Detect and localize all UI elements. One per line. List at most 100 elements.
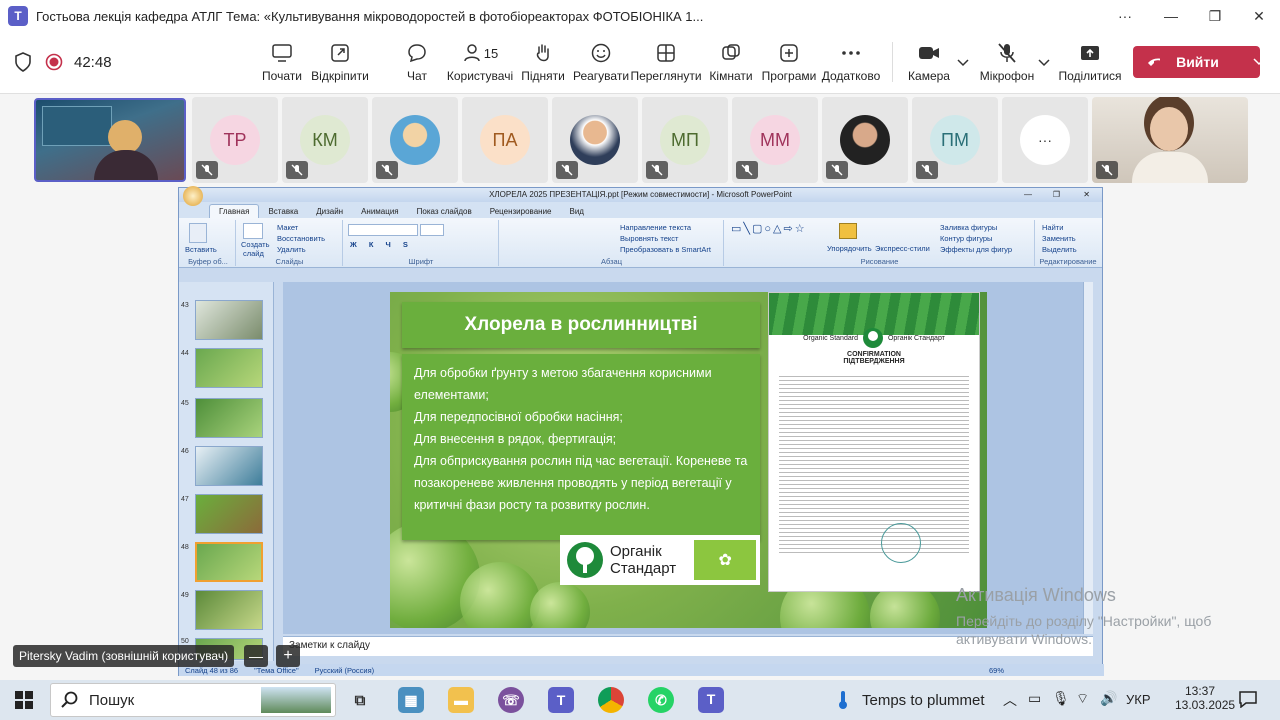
- arrange-button[interactable]: Упорядочить: [827, 244, 872, 253]
- people-button[interactable]: 15 Користувачі: [444, 40, 516, 83]
- self-video-tile[interactable]: [1092, 97, 1248, 183]
- slide-thumbnail[interactable]: [195, 494, 263, 534]
- zoom-out-button[interactable]: —: [244, 645, 268, 667]
- network-icon[interactable]: ⌔: [1076, 690, 1089, 708]
- share-icon: [1081, 46, 1099, 60]
- replace-button[interactable]: Заменить: [1042, 234, 1076, 243]
- camera-chevron-down-icon[interactable]: [957, 59, 969, 67]
- participant-tile[interactable]: МП: [642, 97, 728, 183]
- shape-fill-button[interactable]: Заливка фигуры: [940, 223, 997, 232]
- presenter-video-tile[interactable]: [34, 98, 186, 182]
- restore-button[interactable]: ❐: [1192, 0, 1238, 32]
- mic-off-icon: [556, 161, 578, 179]
- participant-tile[interactable]: [372, 97, 458, 183]
- share-button[interactable]: Поділитися: [1054, 40, 1126, 83]
- calculator-icon[interactable]: ▦: [398, 687, 424, 713]
- more-participants-tile[interactable]: ···: [1002, 97, 1088, 183]
- background-banner: [42, 106, 112, 146]
- participant-tile[interactable]: ММ: [732, 97, 818, 183]
- zoom-in-button[interactable]: +: [276, 645, 300, 667]
- font-size-select[interactable]: [420, 224, 444, 236]
- slide-thumbnail[interactable]: [195, 348, 263, 388]
- camera-button[interactable]: Камера: [893, 40, 965, 83]
- avatar: ПА: [480, 115, 530, 165]
- more-options-button[interactable]: ···: [1102, 0, 1148, 32]
- popout-button[interactable]: Відкріпити: [304, 40, 376, 83]
- clock-date: 13.03.2025: [1175, 698, 1236, 712]
- mic-chevron-down-icon[interactable]: [1038, 59, 1050, 67]
- microphone-tray-icon[interactable]: 🎙: [1052, 690, 1070, 707]
- teams-active-icon[interactable]: T: [698, 687, 724, 713]
- tab-design[interactable]: Дизайн: [307, 205, 352, 218]
- viber-icon[interactable]: ☏: [498, 687, 524, 713]
- react-button[interactable]: Реагувати: [565, 40, 637, 83]
- volume-icon[interactable]: 🔊: [1100, 690, 1117, 707]
- leave-chevron-down-icon[interactable]: [1253, 58, 1260, 66]
- leave-button[interactable]: Вийти: [1133, 46, 1260, 78]
- chrome-icon[interactable]: [598, 687, 624, 713]
- task-view-icon[interactable]: ⧉: [347, 687, 373, 713]
- reset-button[interactable]: Восстановить: [277, 234, 325, 243]
- leave-label: Вийти: [1176, 54, 1219, 70]
- weather-widget[interactable]: Temps to plummet: [862, 692, 985, 709]
- ppt-close-button[interactable]: ✕: [1083, 188, 1090, 202]
- font-family-select[interactable]: [348, 224, 418, 236]
- shape-effects-button[interactable]: Эффекты для фигур: [940, 245, 1012, 254]
- ppt-minimize-button[interactable]: —: [1024, 188, 1032, 202]
- office-button-icon[interactable]: [183, 186, 203, 206]
- clock[interactable]: 13:37 13.03.2025: [1175, 684, 1236, 712]
- slide-thumbnail[interactable]: [195, 300, 263, 340]
- view-button[interactable]: Переглянути: [630, 40, 702, 83]
- notifications-icon[interactable]: [1238, 690, 1258, 708]
- participant-tile[interactable]: ПМ: [912, 97, 998, 183]
- minimize-button[interactable]: —: [1148, 0, 1194, 32]
- teams-icon[interactable]: T: [548, 687, 574, 713]
- quick-styles-button[interactable]: Экспресс-стили: [875, 244, 930, 253]
- vertical-scrollbar[interactable]: [1083, 282, 1093, 634]
- windows-start-icon[interactable]: [15, 691, 33, 709]
- battery-icon[interactable]: ▭: [1028, 690, 1041, 707]
- smartart-button[interactable]: Преобразовать в SmartArt: [620, 245, 711, 254]
- file-explorer-icon[interactable]: ▬: [448, 687, 474, 713]
- slide-thumbnail[interactable]: [195, 590, 263, 630]
- text-direction-button[interactable]: Направление текста: [620, 223, 691, 232]
- microphone-button[interactable]: Мікрофон: [971, 40, 1043, 83]
- tab-review[interactable]: Рецензирование: [481, 205, 561, 218]
- layout-button[interactable]: Макет: [277, 223, 298, 232]
- find-button[interactable]: Найти: [1042, 223, 1063, 232]
- participant-tile[interactable]: ПА: [462, 97, 548, 183]
- current-slide[interactable]: Хлорела в рослинництві Для обробки ґрунт…: [390, 292, 987, 628]
- participant-tile[interactable]: [552, 97, 638, 183]
- tab-view[interactable]: Вид: [561, 205, 593, 218]
- organic-standard-logo: Органік Стандарт ✿: [560, 535, 760, 585]
- ppt-restore-button[interactable]: ❐: [1053, 188, 1060, 202]
- slide-thumbnail-selected[interactable]: [195, 542, 263, 582]
- paste-button[interactable]: Вставить: [185, 245, 217, 254]
- select-button[interactable]: Выделить: [1042, 245, 1077, 254]
- tab-insert[interactable]: Вставка: [259, 205, 307, 218]
- tab-slideshow[interactable]: Показ слайдов: [408, 205, 481, 218]
- slide-thumbnail[interactable]: [195, 398, 263, 438]
- chat-button[interactable]: Чат: [381, 40, 453, 83]
- more-button[interactable]: Додатково: [815, 40, 887, 83]
- tab-home[interactable]: Главная: [209, 204, 260, 218]
- format-buttons[interactable]: Ж К Ч S: [350, 240, 413, 249]
- participant-tile[interactable]: КМ: [282, 97, 368, 183]
- whatsapp-icon[interactable]: ✆: [648, 687, 674, 713]
- align-text-button[interactable]: Выровнять текст: [620, 234, 678, 243]
- taskbar-search-box[interactable]: Пошук: [50, 683, 336, 717]
- close-window-button[interactable]: ✕: [1236, 0, 1280, 32]
- participant-tile[interactable]: [822, 97, 908, 183]
- eu-organic-leaf-icon: ✿: [694, 540, 757, 580]
- slide-thumbnail[interactable]: [195, 446, 263, 486]
- shapes-gallery[interactable]: ▭╲▢○△⇨☆: [731, 222, 807, 235]
- participant-tile[interactable]: TP: [192, 97, 278, 183]
- tray-chevron-icon[interactable]: ︿: [1003, 690, 1017, 710]
- new-slide-button[interactable]: Создать: [241, 240, 270, 249]
- delete-button[interactable]: Удалить: [277, 245, 306, 254]
- language-indicator[interactable]: УКР: [1126, 692, 1151, 707]
- zoom-level[interactable]: 69%: [989, 666, 1004, 675]
- tab-animation[interactable]: Анимация: [352, 205, 408, 218]
- mic-off-icon: [736, 161, 758, 179]
- shape-outline-button[interactable]: Контур фигуры: [940, 234, 992, 243]
